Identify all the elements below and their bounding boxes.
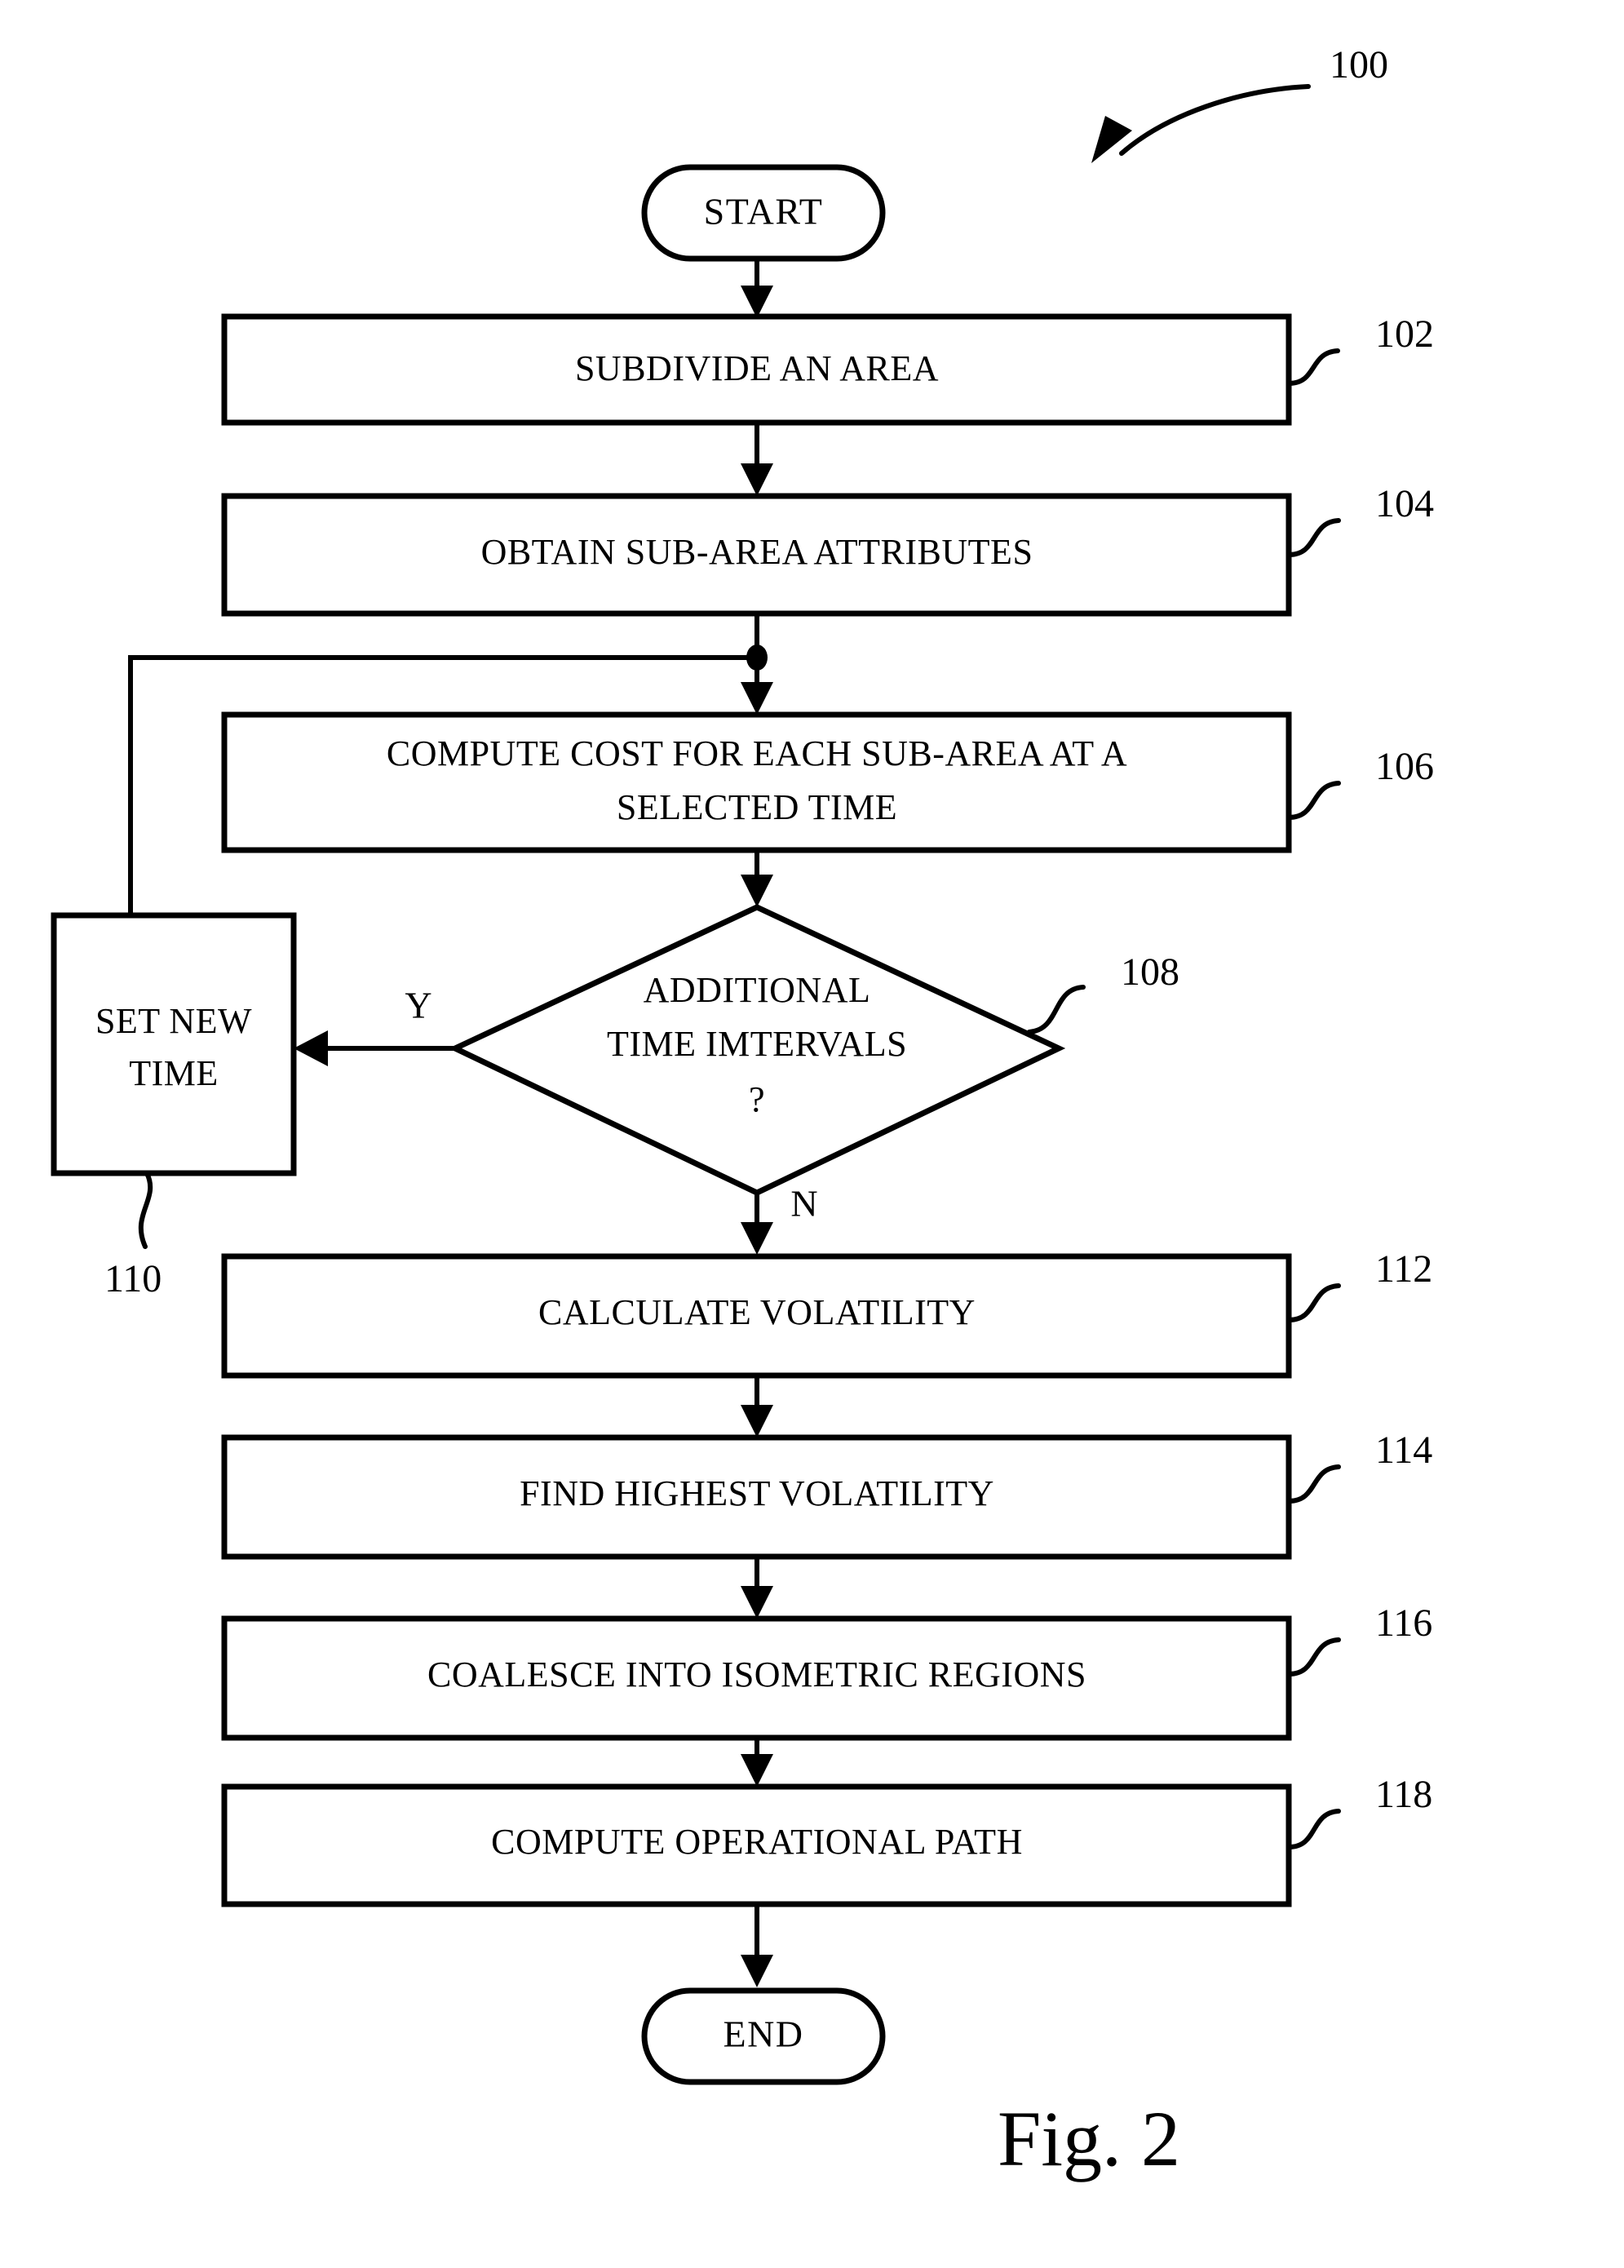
step-116-ref-leader: [1286, 1637, 1341, 1677]
step-102-ref-leader: [1286, 348, 1340, 386]
step-110-label-line1: SET NEW: [95, 1001, 252, 1041]
connector-arrowhead: [741, 463, 773, 496]
reference-100-leader-line: [1119, 84, 1311, 156]
reference-100-arrowhead: [1091, 116, 1132, 163]
step-102-label: SUBDIVIDE AN AREA: [575, 348, 939, 388]
decision-108-label-line2: TIME IMTERVALS: [607, 1024, 907, 1064]
step-114-label: FIND HIGHEST VOLATILITY: [520, 1473, 994, 1513]
step-112-ref-number: 112: [1375, 1247, 1432, 1291]
connector-104-to-106: [741, 614, 773, 715]
node-decision-108: ADDITIONAL TIME IMTERVALS ?: [448, 904, 1086, 1196]
decision-108-ref-number: 108: [1121, 950, 1179, 994]
connector-arrowhead: [741, 1754, 773, 1787]
step-102-ref-number: 102: [1375, 312, 1434, 356]
step-110-ref-number: 110: [104, 1257, 162, 1300]
step-106-label-line1: COMPUTE COST FOR EACH SUB-AREA AT A: [387, 733, 1127, 773]
end-label: END: [723, 2013, 803, 2055]
node-step-110: SET NEW TIME: [51, 912, 297, 1249]
connector-arrowhead: [741, 682, 773, 715]
step-110-box-shape: [51, 912, 297, 1176]
connector-116-to-118: [741, 1738, 773, 1787]
connector-start-to-102: [741, 259, 773, 318]
step-106-ref-leader: [1286, 781, 1341, 820]
step-104-label: OBTAIN SUB-AREA ATTRIBUTES: [481, 532, 1033, 572]
decision-108-label-line3: ?: [749, 1079, 765, 1119]
node-step-104: OBTAIN SUB-AREA ATTRIBUTES: [221, 493, 1341, 617]
node-step-114: FIND HIGHEST VOLATILITY: [221, 1434, 1341, 1560]
step-104-ref-number: 104: [1375, 482, 1434, 525]
step-116-label: COALESCE INTO ISOMETRIC REGIONS: [427, 1654, 1086, 1694]
step-118-ref-leader: [1286, 1809, 1341, 1849]
patent-figure-page: 100 START SUBDIVIDE AN AREA 102 OBTAIN S…: [0, 0, 1624, 2268]
step-106-ref-number: 106: [1375, 745, 1434, 788]
branch-label-no: N: [790, 1183, 817, 1225]
node-start: START: [641, 164, 886, 262]
flowchart-diagram: 100 START SUBDIVIDE AN AREA 102 OBTAIN S…: [51, 43, 1434, 2182]
step-118-ref-number: 118: [1375, 1773, 1432, 1816]
step-112-label: CALCULATE VOLATILITY: [538, 1292, 976, 1332]
step-116-ref-number: 116: [1375, 1601, 1432, 1645]
connector-112-to-114: [741, 1375, 773, 1437]
connector-arrowhead: [741, 1586, 773, 1619]
diagram-reference-100: 100: [1330, 43, 1388, 86]
connector-114-to-116: [741, 1557, 773, 1619]
branch-yes-arrowhead: [294, 1030, 328, 1066]
connector-arrowhead: [741, 1405, 773, 1437]
diagram-reference-leader: [1091, 84, 1311, 163]
connector-arrowhead: [741, 1955, 773, 1987]
branch-yes-connector: [294, 1030, 455, 1066]
step-112-ref-leader: [1286, 1283, 1341, 1322]
branch-no-connector: [741, 1193, 773, 1255]
connector-arrowhead: [741, 875, 773, 907]
connector-102-to-104: [741, 423, 773, 496]
step-110-label-line2: TIME: [129, 1053, 219, 1093]
step-114-ref-leader: [1286, 1464, 1341, 1504]
node-end: END: [641, 1987, 886, 2085]
step-110-ref-leader: [138, 1171, 153, 1249]
branch-no-arrowhead: [741, 1222, 773, 1255]
node-step-106: COMPUTE COST FOR EACH SUB-AREA AT A SELE…: [221, 711, 1341, 853]
node-step-116: COALESCE INTO ISOMETRIC REGIONS: [221, 1615, 1341, 1741]
step-106-label-line2: SELECTED TIME: [617, 787, 897, 827]
step-104-ref-leader: [1286, 518, 1341, 557]
decision-108-label-line1: ADDITIONAL: [644, 970, 871, 1010]
decision-108-ref-leader: [1027, 985, 1086, 1034]
step-118-label: COMPUTE OPERATIONAL PATH: [491, 1822, 1023, 1862]
connector-118-to-end: [741, 1904, 773, 1987]
start-label: START: [704, 191, 824, 233]
node-step-118: COMPUTE OPERATIONAL PATH: [221, 1783, 1341, 1907]
node-step-102: SUBDIVIDE AN AREA: [221, 313, 1340, 426]
connector-106-to-108: [741, 850, 773, 907]
connector-arrowhead: [741, 286, 773, 318]
figure-caption: Fig. 2: [998, 2095, 1180, 2182]
step-114-ref-number: 114: [1375, 1429, 1432, 1472]
branch-label-yes: Y: [405, 985, 431, 1026]
node-step-112: CALCULATE VOLATILITY: [221, 1253, 1341, 1379]
